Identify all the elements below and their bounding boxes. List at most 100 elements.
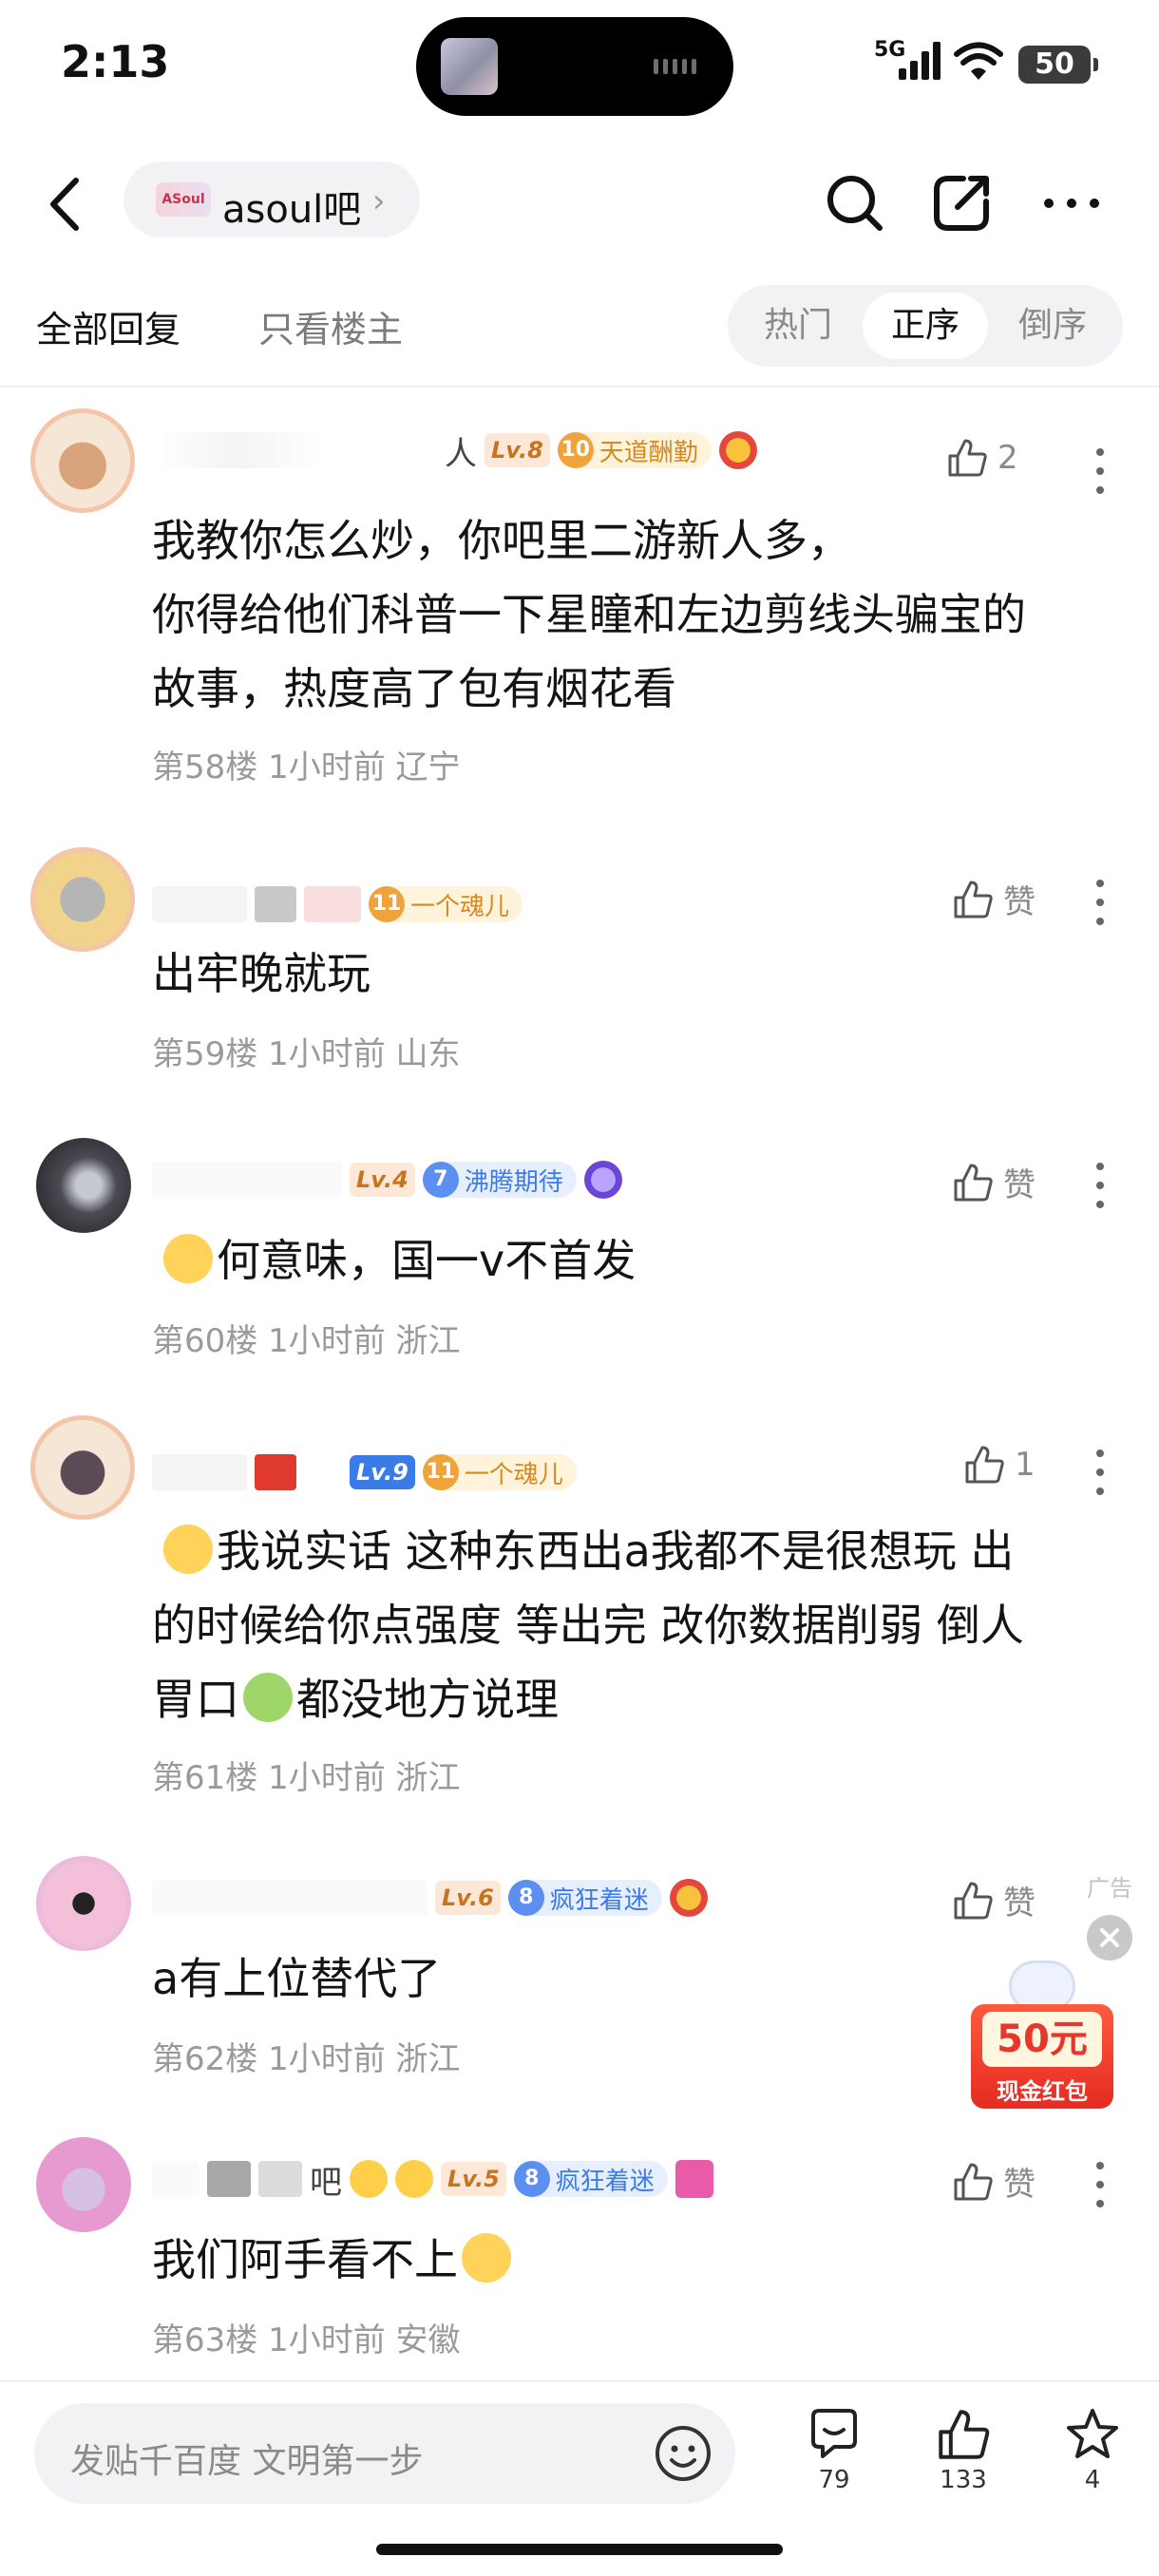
- username-redacted[interactable]: [152, 886, 247, 922]
- username-redacted[interactable]: [152, 432, 437, 468]
- avatar[interactable]: [36, 1138, 131, 1233]
- user-info-row: 人 Lv.8 10 天道酬勤: [152, 427, 757, 473]
- red-packet-card: 50元 现金红包: [971, 2004, 1113, 2109]
- badge-text: 一个魂儿: [464, 1460, 563, 1489]
- status-bar: 2:13 5G 50: [0, 0, 1159, 133]
- badge-text: 天道酬勤: [598, 438, 698, 467]
- signal-icon: [899, 42, 942, 80]
- avatar[interactable]: [36, 1856, 131, 1951]
- forum-logo: ASoul: [156, 182, 211, 217]
- reply-meta: 第58楼 1小时前 辽宁: [152, 748, 461, 786]
- username-redacted[interactable]: [152, 1880, 428, 1916]
- badge-number: 8: [507, 1880, 544, 1916]
- avatar[interactable]: [30, 408, 135, 513]
- avatar[interactable]: [36, 2137, 131, 2232]
- back-arrow-icon[interactable]: [32, 171, 99, 237]
- username-redacted[interactable]: [152, 1162, 342, 1198]
- more-vertical-icon[interactable]: [1081, 874, 1119, 931]
- favorite-button[interactable]: 4: [1045, 2407, 1140, 2494]
- level-badge: Lv.9: [350, 1455, 415, 1489]
- like-post-button[interactable]: 133: [916, 2407, 1011, 2494]
- red-packet-ad[interactable]: 50元 现金红包: [971, 1960, 1113, 2112]
- username-redacted[interactable]: [152, 1454, 247, 1490]
- like-button[interactable]: 赞: [952, 2158, 1036, 2205]
- forum-name: asoul吧: [222, 188, 362, 232]
- emoji-icon[interactable]: [654, 2424, 712, 2483]
- fan-badge: 10 天道酬勤: [557, 432, 712, 468]
- more-vertical-icon[interactable]: [1081, 1157, 1119, 1214]
- favorite-count: 4: [1084, 2466, 1101, 2494]
- sort-descending[interactable]: 倒序: [990, 293, 1115, 359]
- reply-input[interactable]: 发贴千百度 文明第一步: [34, 2403, 735, 2504]
- content-text: 我说实话 这种东西出a我都不是很想玩 出: [217, 1525, 1015, 1577]
- level-badge: Lv.5: [441, 2162, 506, 2196]
- like-total: 133: [940, 2466, 987, 2494]
- sort-toggle: 热门 正序 倒序: [728, 285, 1123, 367]
- reply-meta: 第61楼 1小时前 浙江: [152, 1759, 461, 1797]
- badge-number: 11: [422, 1454, 459, 1490]
- user-info-row: 吧 Lv.5 8 疯狂着迷: [152, 2156, 713, 2202]
- username-redacted-block: [207, 2161, 251, 2197]
- like-button[interactable]: 2: [946, 437, 1018, 479]
- avatar[interactable]: [30, 1415, 135, 1520]
- user-info-row: Lv.9 11 一个魂儿: [152, 1449, 577, 1495]
- comment-count: 79: [818, 2466, 850, 2494]
- reply-meta: 第60楼 1小时前 浙江: [152, 1322, 461, 1360]
- username-redacted-block: [255, 1454, 296, 1490]
- username-fragment: 吧: [310, 2163, 342, 2202]
- tab-owner-only[interactable]: 只看楼主: [258, 300, 403, 352]
- badge-number: 10: [557, 432, 594, 468]
- like-label: 赞: [1003, 1885, 1036, 1923]
- fan-badge: 8 疯狂着迷: [507, 1880, 662, 1916]
- ad-caption: 现金红包: [997, 2078, 1088, 2105]
- like-button[interactable]: 赞: [952, 1159, 1036, 1205]
- username-redacted[interactable]: [152, 2161, 200, 2197]
- badge-text: 疯狂着迷: [555, 2167, 655, 2196]
- username-fragment: 人: [445, 434, 477, 473]
- more-vertical-icon[interactable]: [1081, 443, 1119, 500]
- badge-number: 7: [422, 1162, 459, 1198]
- badge-text: 一个魂儿: [410, 892, 510, 921]
- thumbs-up-icon: [954, 1164, 993, 1201]
- badge-text: 疯狂着迷: [549, 1885, 649, 1915]
- like-count: 2: [998, 439, 1018, 477]
- thumbs-up-icon: [954, 1882, 993, 1919]
- crying-emoji-icon: [395, 2160, 433, 2198]
- smile-emoji-icon: [163, 1525, 213, 1574]
- content-text: 都没地方说理: [296, 1674, 559, 1725]
- content-text: 我们阿手看不上: [152, 2234, 458, 2285]
- crying-emoji-icon: [350, 2160, 388, 2198]
- gamepad-icon: [718, 431, 757, 469]
- share-edit-icon[interactable]: [925, 167, 998, 239]
- forum-link[interactable]: ASoul asoul吧 ›: [124, 161, 420, 237]
- search-icon[interactable]: [819, 167, 891, 239]
- fan-badge: 7 沸腾期待: [422, 1162, 577, 1198]
- like-label: 赞: [1003, 1166, 1036, 1204]
- content-line: 你得给他们科普一下星瞳和左边剪线头骗宝的: [152, 589, 1026, 640]
- tab-all-replies[interactable]: 全部回复: [36, 300, 180, 352]
- more-vertical-icon[interactable]: [1081, 1444, 1119, 1501]
- reply-tabs: 全部回复 只看楼主 热门 正序 倒序: [0, 275, 1159, 380]
- reply-meta: 第59楼 1小时前 山东: [152, 1035, 461, 1073]
- username-redacted-block: [258, 2161, 302, 2197]
- like-label: 赞: [1003, 2166, 1036, 2204]
- home-indicator[interactable]: [376, 2544, 783, 2555]
- username-redacted-block: [304, 886, 361, 922]
- like-button[interactable]: 1: [963, 1444, 1036, 1486]
- pisces-icon: [674, 2160, 713, 2198]
- more-vertical-icon[interactable]: [1081, 2156, 1119, 2213]
- avatar[interactable]: [30, 847, 135, 952]
- user-info-row: Lv.6 8 疯狂着迷: [152, 1875, 708, 1921]
- thumbs-up-icon: [954, 2163, 993, 2200]
- like-button[interactable]: 赞: [952, 876, 1036, 922]
- sort-hot[interactable]: 热门: [735, 293, 861, 359]
- comment-button[interactable]: 79: [787, 2407, 882, 2494]
- content-line: 我们阿手看不上: [152, 2223, 1130, 2297]
- dynamic-island: [416, 17, 733, 116]
- more-icon[interactable]: [1036, 167, 1108, 239]
- like-button[interactable]: 赞: [952, 1877, 1036, 1923]
- ad-close-icon[interactable]: [1087, 1915, 1132, 1960]
- sort-ascending[interactable]: 正序: [863, 293, 988, 359]
- content-line: 出牢晚就玩: [152, 948, 370, 999]
- reply-content: 何意味，国一v不首发: [152, 1223, 1130, 1297]
